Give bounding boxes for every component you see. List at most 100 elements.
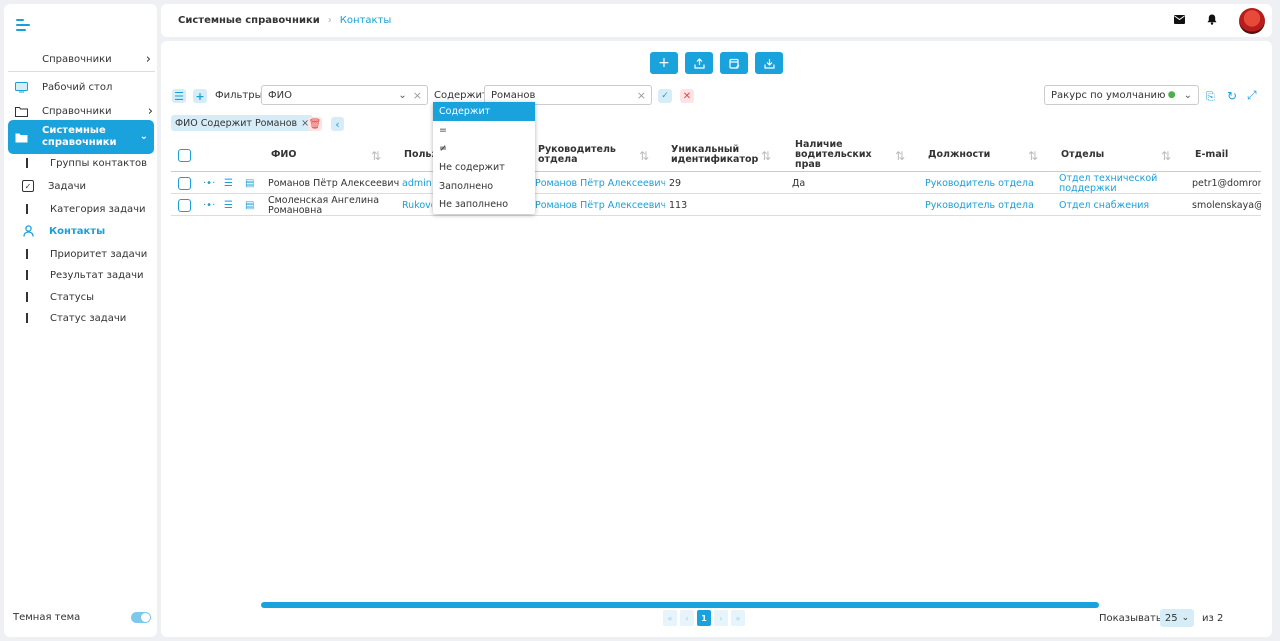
sidebar-subitem-tasks[interactable]: ✓ Задачи — [22, 176, 86, 196]
export-button[interactable] — [685, 52, 713, 74]
sidebar-subitem-task-priority[interactable]: Приоритет задачи — [24, 244, 147, 264]
fullscreen-icon[interactable]: ⤢ — [1247, 88, 1257, 103]
filter-field-select[interactable]: ФИО ⌄ × — [261, 85, 428, 105]
menu-logo-icon[interactable] — [16, 18, 30, 32]
breadcrumb-separator-icon: › — [327, 15, 332, 26]
sidebar-section-header[interactable]: Справочники › — [8, 48, 155, 72]
clear-icon[interactable]: × — [637, 89, 646, 102]
theme-toggle[interactable] — [131, 612, 151, 623]
operator-label[interactable]: Содержит — [434, 90, 488, 101]
mail-icon[interactable] — [1174, 15, 1185, 27]
operator-option-contains[interactable]: Содержит — [433, 102, 535, 121]
sort-icon[interactable]: ⇅ — [639, 149, 649, 163]
column-header-positions[interactable]: Должности — [928, 138, 990, 172]
sidebar-item-label: Системные справочники — [42, 125, 117, 148]
cancel-filter-button[interactable]: ✕ — [680, 89, 694, 103]
action-toolbar: + — [650, 52, 783, 74]
bell-icon[interactable] — [1207, 14, 1217, 28]
check-icon: ✓ — [661, 91, 669, 101]
sort-icon[interactable]: ⇅ — [895, 149, 905, 163]
operator-option-not-filled[interactable]: Не заполнено — [433, 195, 535, 214]
cell-license: Да — [792, 177, 806, 189]
edit-form-button[interactable] — [720, 52, 748, 74]
chevron-right-icon: › — [145, 52, 151, 67]
sort-icon[interactable]: ⇅ — [1161, 149, 1171, 163]
operator-option-not-equals[interactable]: ≠ — [433, 139, 535, 158]
cell-department[interactable]: Отдел технической поддержки — [1059, 173, 1159, 194]
upload-icon — [693, 57, 705, 69]
cell-user[interactable]: admin — [402, 173, 432, 194]
filter-field-value: ФИО — [268, 89, 292, 101]
column-header-departments[interactable]: Отделы — [1061, 138, 1104, 172]
sidebar-subitem-contact-groups[interactable]: Группы контактов — [24, 153, 147, 173]
table-row[interactable]: ·•· ☰ ▤ Романов Пётр Алексеевич admin Ро… — [171, 173, 1261, 194]
document-icon[interactable]: ▤ — [245, 199, 254, 211]
sidebar-item-label: Справочники — [42, 105, 112, 117]
sidebar-subitem-task-result[interactable]: Результат задачи — [24, 265, 144, 285]
operator-option-filled[interactable]: Заполнено — [433, 177, 535, 196]
folder-icon — [14, 105, 28, 117]
breadcrumb-parent[interactable]: Системные справочники — [178, 15, 320, 26]
cell-position[interactable]: Руководитель отдела — [925, 173, 1034, 194]
filter-list-button[interactable]: ☰ — [172, 89, 186, 103]
chevron-down-icon[interactable]: ⌄ — [398, 90, 406, 101]
sidebar-item-directories[interactable]: Справочники › — [4, 100, 157, 122]
cell-user[interactable]: Rukovo — [402, 195, 432, 216]
column-header-manager[interactable]: Руководитель отдела — [538, 138, 628, 172]
next-page-button[interactable]: › — [714, 610, 728, 626]
column-header-fio[interactable]: ФИО — [271, 138, 296, 172]
select-all-checkbox[interactable] — [178, 138, 191, 172]
save-view-icon[interactable]: ⎘ — [1206, 90, 1215, 104]
cell-position[interactable]: Руководитель отдела — [925, 195, 1034, 216]
sidebar-subitem-contacts[interactable]: Контакты — [23, 221, 105, 241]
sidebar-item-label: Рабочий стол — [42, 81, 113, 93]
row-checkbox[interactable] — [178, 195, 191, 216]
cell-manager[interactable]: Романов Пётр Алексеевич — [535, 173, 665, 194]
list-view-icon[interactable]: ☰ — [224, 199, 233, 211]
top-header: Системные справочники › Контакты — [161, 4, 1272, 37]
sidebar: Справочники › Рабочий стол Справочники ›… — [4, 4, 157, 637]
document-icon[interactable]: ▤ — [245, 177, 254, 189]
add-record-button[interactable]: + — [650, 52, 678, 74]
sort-icon[interactable]: ⇅ — [761, 149, 771, 163]
sidebar-subitem-statuses[interactable]: Статусы — [24, 287, 94, 307]
sidebar-subitem-task-status[interactable]: Статус задачи — [24, 308, 126, 328]
page-size-select[interactable]: 25 ⌄ — [1160, 609, 1194, 627]
chevron-left-icon: ‹ — [335, 117, 340, 131]
import-button[interactable] — [755, 52, 783, 74]
sidebar-item-desktop[interactable]: Рабочий стол — [4, 76, 157, 98]
apply-filter-button[interactable]: ✓ — [658, 89, 672, 103]
more-actions-icon[interactable]: ·•· — [203, 177, 215, 189]
sort-icon[interactable]: ⇅ — [371, 149, 381, 163]
clear-filters-button[interactable]: 🗑 — [308, 117, 322, 131]
first-page-button[interactable]: « — [663, 610, 677, 626]
refresh-icon[interactable]: ↻ — [1227, 89, 1237, 103]
column-header-uid[interactable]: Уникальный идентификатор — [671, 138, 761, 172]
user-avatar[interactable] — [1239, 8, 1265, 34]
sidebar-subitem-task-category[interactable]: Категория задачи — [24, 199, 146, 219]
view-select[interactable]: Ракурс по умолчанию ● ⌄ — [1044, 85, 1199, 105]
horizontal-scrollbar[interactable] — [261, 602, 1099, 608]
cell-manager[interactable]: Романов Пётр Алексеевич — [535, 195, 665, 216]
sort-icon[interactable]: ⇅ — [1028, 149, 1038, 163]
row-checkbox[interactable] — [178, 173, 191, 194]
cell-department[interactable]: Отдел снабжения — [1059, 195, 1159, 216]
more-actions-icon[interactable]: ·•· — [203, 199, 215, 211]
main-panel: + ☰ + Фильтры ФИО ⌄ × Содержит Романов ×… — [161, 41, 1272, 637]
collapse-filters-button[interactable]: ‹ — [331, 117, 344, 131]
active-filter-chip[interactable]: ФИО Содержит Романов × — [171, 115, 314, 131]
operator-option-equals[interactable]: = — [433, 121, 535, 140]
operator-option-not-contains[interactable]: Не содержит — [433, 158, 535, 177]
add-filter-button[interactable]: + — [193, 89, 207, 103]
sidebar-item-system-directories[interactable]: Системные справочники ⌄ — [8, 120, 154, 154]
close-icon: ✕ — [682, 90, 692, 102]
list-view-icon[interactable]: ☰ — [224, 177, 233, 189]
column-header-license[interactable]: Наличие водительских прав — [795, 138, 895, 172]
prev-page-button[interactable]: ‹ — [680, 610, 694, 626]
table-row[interactable]: ·•· ☰ ▤ Смоленская Ангелина Романовна Ru… — [171, 195, 1261, 216]
column-header-email[interactable]: E-mail — [1195, 138, 1228, 172]
last-page-button[interactable]: » — [731, 610, 745, 626]
page-size-label: Показывать — [1099, 613, 1162, 624]
clear-icon[interactable]: × — [413, 89, 422, 102]
page-current-button[interactable]: 1 — [697, 610, 711, 626]
